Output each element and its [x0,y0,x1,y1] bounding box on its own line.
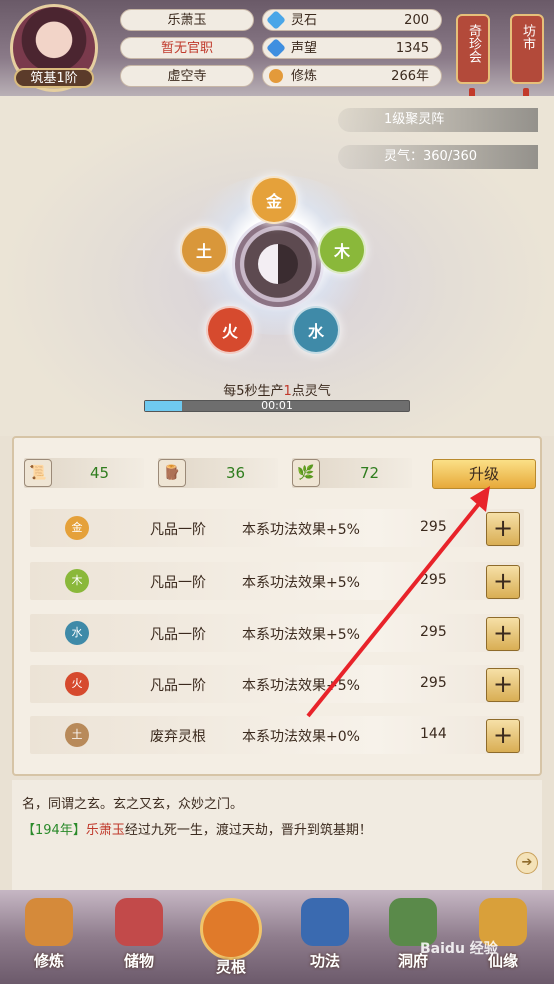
sect-name: 虚空寺 [120,65,254,87]
fire-element-icon: 火 [65,672,89,696]
scroll-icon: 📜 [24,459,52,487]
spirit-root-icon [200,898,262,960]
earth-element-icon: 土 [65,723,89,747]
herb-icon: 🌿 [292,459,320,487]
rank-badge: 筑基1阶 [14,68,94,88]
log-next-arrow-icon[interactable]: ➔ [516,852,538,874]
root-row-metal: 金 凡品一阶 本系功法效果+5% 295 + [30,509,524,547]
add-fire-button[interactable]: + [486,668,520,702]
water-element-icon: 水 [65,621,89,645]
root-row-fire: 火 凡品一阶 本系功法效果+5% 295 + [30,665,524,703]
root-row-earth: 土 废弃灵根 本系功法效果+0% 144 + [30,716,524,754]
element-orb-fire: 火 [206,306,254,354]
nav-techniques[interactable]: 功法 [290,894,360,984]
element-orb-earth: 土 [180,226,228,274]
resource-scroll: 📜 45 [24,458,144,488]
formation-level-tag: 1级聚灵阵 [338,108,538,132]
nav-storage[interactable]: 储物 [104,894,174,984]
add-metal-button[interactable]: + [486,512,520,546]
production-rate: 每5秒生产1点灵气 [223,384,331,399]
player-name: 乐萧玉 [120,9,254,31]
stat-spirit-stone: 灵石 200 [262,9,442,31]
metal-element-icon: 金 [65,516,89,540]
stat-reputation: 声望 1345 [262,37,442,59]
resource-wood: 🪵 36 [158,458,278,488]
add-water-button[interactable]: + [486,617,520,651]
bag-icon [115,898,163,946]
root-row-water: 水 凡品一阶 本系功法效果+5% 295 + [30,614,524,652]
element-orb-metal: 金 [250,176,298,224]
wood-element-icon: 木 [65,569,89,593]
add-earth-button[interactable]: + [486,719,520,753]
reputation-icon [266,38,286,58]
nav-cultivate[interactable]: 修炼 [14,894,84,984]
official-title: 暂无官职 [120,37,254,59]
cultivation-icon [269,69,283,83]
message-log: 名，同谓之玄。玄之又玄，众妙之门。 【194年】乐萧玉经过九死一生，渡过天劫，晋… [12,780,542,890]
book-icon [301,898,349,946]
yin-yang-icon [258,244,298,284]
root-row-wood: 木 凡品一阶 本系功法效果+5% 295 + [30,562,524,600]
element-orb-water: 水 [292,306,340,354]
upgrade-button[interactable]: 升级 [432,459,536,489]
baidu-watermark: Baidu 经验 [420,941,498,957]
add-wood-button[interactable]: + [486,565,520,599]
spirit-qi-tag: 灵气：360/360 [338,145,538,169]
spirit-stone-icon [266,10,286,30]
stat-cultivation: 修炼 266年 [262,65,442,87]
nav-spirit-root[interactable]: 灵根 [196,894,266,984]
resource-herb: 🌿 72 [292,458,412,488]
monk-icon [25,898,73,946]
production-timer: 00:01 [261,399,293,412]
tab-treasure-auction[interactable]: 奇珍会 [456,14,490,84]
tab-market[interactable]: 坊市 [510,14,544,84]
wood-icon: 🪵 [158,459,186,487]
element-orb-wood: 木 [318,226,366,274]
